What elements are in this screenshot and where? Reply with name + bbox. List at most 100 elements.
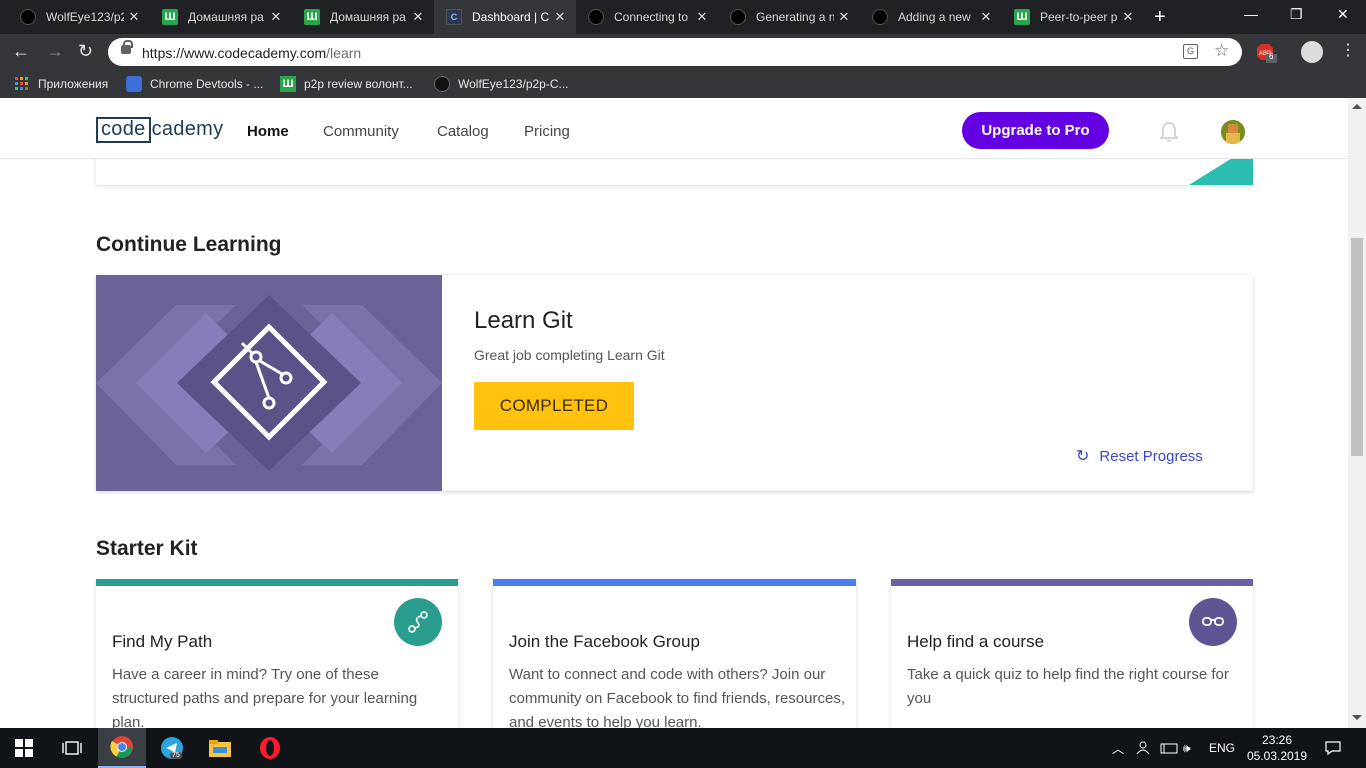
chrome-taskbar-icon[interactable] [98,728,146,768]
translate-icon[interactable]: G [1183,44,1198,59]
close-window-icon[interactable]: ✕ [1337,6,1349,23]
tab-title: Adding a new [898,10,971,24]
continue-learning-heading: Continue Learning [96,233,282,256]
starter-card-find-path[interactable]: Find My Path Have a career in mind? Try … [96,579,458,728]
bookmark-github[interactable]: WolfEye123/p2p-C... [434,76,569,92]
starter-kit-heading: Starter Kit [96,537,198,560]
clock-date: 05.03.2019 [1246,749,1308,763]
course-title[interactable]: Learn Git [474,307,573,335]
people-tray-icon[interactable] [1136,728,1150,768]
card-accent-bar [891,579,1253,586]
devtools-icon [126,76,142,92]
bookmark-p2p-review[interactable]: Ш p2p review волонт... [280,76,413,92]
close-tab-icon[interactable]: ✕ [550,9,570,25]
card-description: Have a career in mind? Try one of these … [112,666,418,728]
card-accent-bar [493,579,856,586]
apps-grid-icon [15,77,28,90]
close-tab-icon[interactable]: ✕ [1118,9,1138,25]
reset-progress-link[interactable]: ↻ Reset Progress [1076,446,1203,466]
upgrade-to-pro-button[interactable]: Upgrade to Pro [962,112,1109,149]
extension-badge: 6 [1269,52,1274,61]
nav-home[interactable]: Home [247,123,289,140]
card-title: Join the Facebook Group [509,632,700,651]
browser-tab[interactable]: Ш Peer-to-peer p ✕ [1002,0,1144,34]
browser-tab[interactable]: Ш Домашняя ра ✕ [292,0,434,34]
adblock-extension-icon[interactable]: ABP 6 [1256,43,1277,63]
sheets-icon: Ш [304,9,320,25]
minimize-icon[interactable]: — [1244,6,1258,22]
task-view-icon[interactable] [48,728,96,768]
opera-taskbar-icon[interactable] [246,728,294,768]
url-text: https://www.codecademy.com/learn [142,45,362,61]
card-title: Find My Path [112,632,213,651]
restore-icon[interactable]: ❐ [1290,6,1303,23]
starter-card-find-course[interactable]: Help find a course Take a quick quiz to … [891,579,1253,728]
browser-tab-active[interactable]: C Dashboard | C ✕ [434,0,576,34]
github-icon [872,9,888,25]
forward-arrow-icon[interactable]: → [46,41,64,61]
action-center-icon[interactable] [1325,728,1341,768]
tab-title: Dashboard | C [472,10,550,24]
completed-button[interactable]: COMPLETED [474,382,634,430]
close-tab-icon[interactable]: ✕ [834,9,854,25]
sheets-icon: Ш [280,76,296,92]
scroll-up-arrow-icon[interactable] [1352,104,1362,109]
close-tab-icon[interactable]: ✕ [408,9,428,25]
course-banner-image [96,275,442,491]
language-indicator[interactable]: ENG [1209,728,1235,768]
nav-pricing[interactable]: Pricing [524,123,570,140]
bookmark-label: p2p review волонт... [304,77,413,91]
reload-icon[interactable]: ↻ [78,41,93,61]
file-explorer-icon[interactable] [196,728,244,768]
close-tab-icon[interactable]: ✕ [124,9,144,25]
menu-kebab-icon[interactable]: ⋮ [1340,40,1356,60]
new-tab-button[interactable]: + [1154,7,1166,27]
profile-avatar[interactable] [1301,41,1323,63]
browser-tab[interactable]: WolfEye123/p2 ✕ [8,0,150,34]
bookmark-label: Chrome Devtools - ... [150,77,264,91]
browser-tab[interactable]: Connecting to ✕ [576,0,718,34]
scrollbar-thumb[interactable] [1351,238,1363,456]
bookmark-star-icon[interactable]: ☆ [1214,41,1229,61]
close-tab-icon[interactable]: ✕ [266,9,286,25]
clock-time: 23:26 [1261,733,1293,747]
close-tab-icon[interactable]: ✕ [692,9,712,25]
nav-community[interactable]: Community [323,123,399,140]
site-header: code cademy Home Community Catalog Pricin… [0,103,1348,159]
codecademy-logo[interactable]: code cademy [96,117,223,143]
notification-bell-icon[interactable] [1159,121,1179,143]
tab-title: Домашняя ра [188,10,264,24]
system-clock[interactable]: 23:26 05.03.2019 [1244,732,1310,764]
bookmarks-bar: Приложения Chrome Devtools - ... Ш p2p r… [0,70,1366,98]
bookmark-apps[interactable]: Приложения [14,76,108,92]
browser-tab[interactable]: Generating a n ✕ [718,0,860,34]
windows-start-icon[interactable] [0,728,48,768]
network-tray-icon[interactable] [1160,728,1178,768]
user-avatar[interactable] [1221,120,1245,144]
browser-tab[interactable]: Adding a new ✕ [860,0,1002,34]
tab-title: WolfEye123/p2 [46,10,124,24]
tab-title: Connecting to [614,10,689,24]
card-description: Want to connect and code with others? Jo… [509,666,845,728]
address-bar[interactable]: https://www.codecademy.com/learn G ☆ [108,38,1242,66]
close-tab-icon[interactable]: ✕ [976,9,996,25]
windows-taskbar: 75 ︿ 🕪 ENG 23:26 05.03.2019 [0,728,1366,768]
back-arrow-icon[interactable]: ← [12,41,30,61]
volume-tray-icon[interactable]: 🕪 [1183,728,1191,768]
tray-chevron-icon[interactable]: ︿ [1112,728,1124,768]
sheets-icon: Ш [1014,9,1030,25]
scroll-down-arrow-icon[interactable] [1352,715,1362,720]
bookmark-devtools[interactable]: Chrome Devtools - ... [126,76,263,92]
page-viewport: code cademy Home Community Catalog Pricin… [0,98,1348,728]
bookmark-label: WolfEye123/p2p-C... [458,77,569,91]
page-scrollbar[interactable] [1348,98,1366,728]
browser-tab[interactable]: Ш Домашняя ра ✕ [150,0,292,34]
bookmark-label: Приложения [38,77,109,91]
github-icon [434,76,450,92]
starter-card-facebook[interactable]: Join the Facebook Group Want to connect … [493,579,856,728]
nav-catalog[interactable]: Catalog [437,123,489,140]
telegram-taskbar-icon[interactable]: 75 [148,728,196,768]
card-accent-bar [96,579,458,586]
card-title: Help find a course [907,632,1045,651]
card-description: Take a quick quiz to help find the right… [907,666,1229,707]
